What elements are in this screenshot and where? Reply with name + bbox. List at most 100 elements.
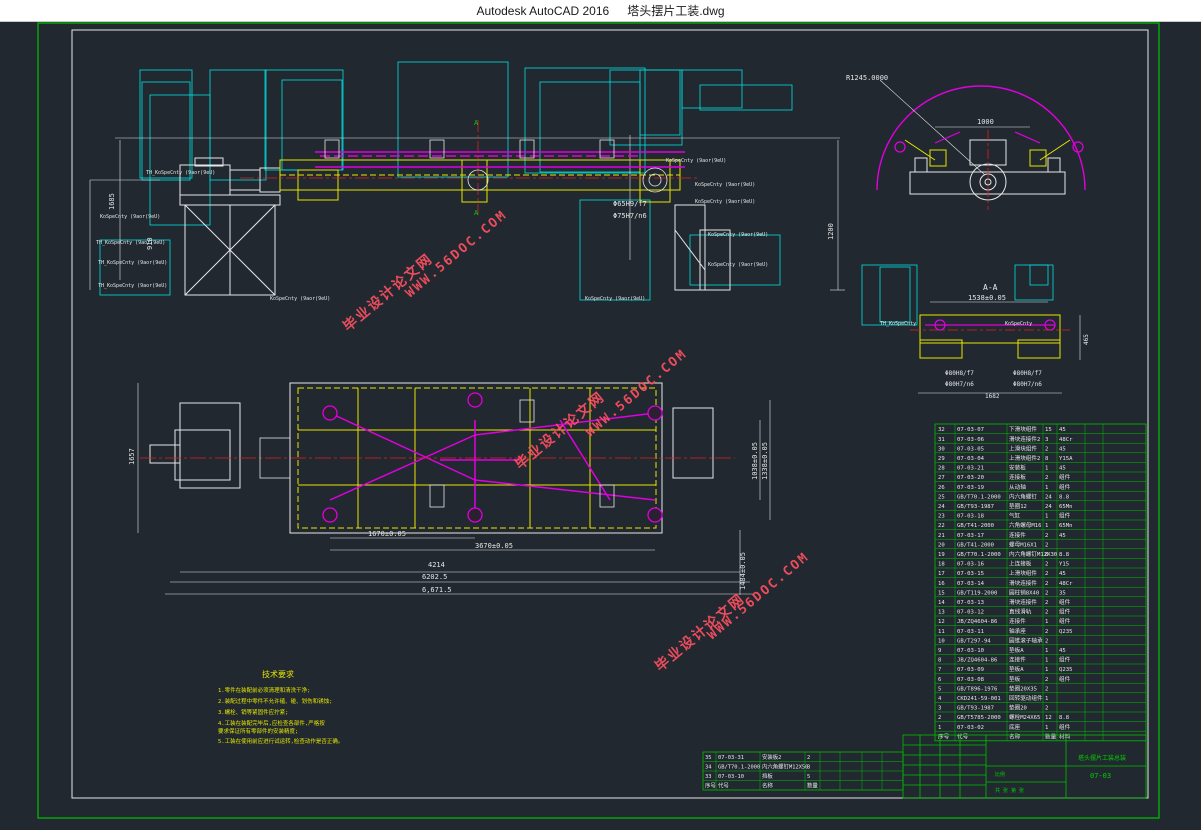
bom-row[interactable]: 2 GB/T5785-2000 螺栓M24X65 12 8.8	[938, 713, 1070, 721]
section-view[interactable]: A-A 1538±0.05 Φ80H8/f7 Φ80H7/n6 Φ80H8/f7…	[861, 264, 1090, 400]
bom-cell: 24	[1045, 494, 1052, 500]
bom-row[interactable]: 26 07-03-19 从动轴 1 组件	[938, 483, 1071, 491]
bom-row[interactable]: 22 GB/T41-2000 六角螺母M16 1 65Mn	[938, 521, 1072, 529]
bom-row[interactable]: 19 GB/T70.1-2000 内六角螺钉M12X308 8.8	[938, 550, 1070, 558]
plan-view[interactable]: 1670±0.05 3670±0.05 4214 6202.5 6,671.5 …	[128, 382, 771, 595]
bom-row[interactable]: 11 07-03-11 轴承座 2 Q235	[938, 627, 1072, 635]
bom-row[interactable]: 31 07-03-06 滑块连接件2 3 48Cr	[938, 435, 1073, 443]
bom-cell: 垫圈20	[1009, 704, 1027, 712]
dim-3670: 3670±0.05	[475, 542, 513, 550]
bom-row[interactable]: 17 07-03-15 上滑块组件 2 45	[938, 569, 1066, 577]
bom-cell: 45	[1059, 427, 1066, 433]
bom-header-cell: 名称	[1009, 732, 1021, 740]
lower-cell: 挡板	[762, 772, 773, 780]
bom-row[interactable]: 28 07-03-21 安装板 1 45	[938, 464, 1066, 472]
bom-row[interactable]: 12 JB/ZQ4604-86 连接件 1 组件	[938, 617, 1071, 625]
bom-cell: 1	[1045, 648, 1048, 654]
bom-row[interactable]: 8 JB/ZQ4604-86 连接件 1 组件	[938, 656, 1071, 664]
bom-cell: 垫板A	[1009, 665, 1024, 673]
bom-cell: 2	[1045, 475, 1048, 481]
bom-row[interactable]: 10 GB/T297-94 圆锥滚子轴承 2	[938, 636, 1048, 644]
bom-cell: 8.8	[1059, 715, 1070, 721]
fit-80c: Φ80H8/f7	[1013, 370, 1042, 377]
drawing-canvas[interactable]: TH_KoSpeCnty (9aor(9eU) TH_KoSpeCnty (9a…	[0, 22, 1201, 825]
bom-cell: 垫圈20X35	[1009, 684, 1037, 692]
bom-cell: 1	[1045, 658, 1048, 664]
bom-row[interactable]: 30 07-03-05 上滑块组件 2 45	[938, 444, 1066, 452]
bom-row[interactable]: 27 07-03-20 连接板 2 组件	[938, 473, 1071, 481]
fit-80d: Φ80H7/n6	[1013, 381, 1042, 388]
bom-row[interactable]: 24 GB/T93-1987 垫圈12 24 65Mn	[938, 502, 1072, 510]
dim-1000: 1000	[977, 118, 994, 126]
dim-1484: 1484±0.05	[739, 552, 747, 590]
bom-cell: 1	[1045, 514, 1048, 520]
file-name: 塔头摆片工装.dwg	[627, 4, 725, 18]
fit-75: Φ75H7/n6	[613, 212, 647, 220]
bom-row[interactable]: 25 GB/T70.1-2000 内六角螺钉 24 8.8	[938, 492, 1070, 500]
bom-cell: 07-03-04	[957, 456, 985, 462]
bom-cell: 21	[938, 533, 945, 539]
bom-row[interactable]: 16 07-03-14 滑块连接件 2 48Cr	[938, 579, 1073, 587]
bom-cell: 组件	[1059, 675, 1071, 683]
bom-row[interactable]: 6 07-03-08 垫板 2 组件	[938, 675, 1071, 683]
bom-row[interactable]: 20 GB/T41-2000 螺母M16X1 2	[938, 540, 1048, 548]
bom-header-cell: 材料	[1059, 732, 1071, 740]
bom-cell: GB/T5785-2000	[957, 715, 1001, 721]
bom-cell: 9	[938, 648, 941, 654]
bom-cell: 8.8	[1059, 552, 1070, 558]
lower-row[interactable]: 33 07-03-10 挡板 5	[705, 772, 810, 780]
lower-parts-list[interactable]: 35 07-03-31 安装板2 2 34 GB/T70.1-2000 内六角螺钉M12X5…	[702, 751, 904, 791]
bom-row[interactable]: 18 07-03-16 上连接板 2 Y15	[938, 560, 1069, 568]
bom-cell: 1	[938, 725, 941, 731]
bom-cell: 1	[1045, 725, 1048, 731]
bom-cell: 26	[938, 485, 945, 491]
bill-of-materials[interactable]: 32 07-03-07 下滑块组件 15 45 31 07-03-06 滑块连接件2 3 48Cr…	[934, 423, 1147, 742]
bom-row[interactable]: 13 07-03-12 直线滑轨 2 组件	[938, 608, 1071, 616]
bom-cell: 24	[938, 504, 945, 510]
bom-row[interactable]: 7 07-03-09 垫板A 1 Q235	[938, 665, 1072, 673]
bom-cell: 2	[1045, 562, 1048, 568]
bom-cell: 2	[1045, 686, 1048, 692]
bom-cell: 13	[938, 610, 945, 616]
bom-row[interactable]: 3 GB/T93-1987 垫圈20 2	[938, 704, 1048, 712]
bom-row[interactable]: 9 07-03-10 垫板A 1 45	[938, 646, 1066, 654]
title-block	[902, 734, 1147, 799]
note-line-2: 2.装配过程中零件不允许磕、碰、划伤和锈蚀;	[218, 697, 332, 705]
bom-cell: Y15	[1059, 562, 1069, 568]
lower-row[interactable]: 35 07-03-31 安装板2 2	[705, 753, 810, 761]
bom-cell: 连接件	[1009, 656, 1026, 664]
bom-cell: 垫圈12	[1009, 502, 1027, 510]
bom-cell: 07-03-02	[957, 725, 984, 731]
bom-cell: 07-03-05	[957, 446, 984, 452]
bom-row[interactable]: 21 07-03-17 连接件 2 45	[938, 531, 1066, 539]
bom-cell: 07-03-21	[957, 466, 984, 472]
bom-cell: JB/ZQ4604-86	[957, 658, 997, 664]
bom-row[interactable]: 29 07-03-04 上滑块组件2 8 Y15A	[938, 454, 1073, 462]
bom-row[interactable]: 5 GB/T896-1976 垫圈20X35 2	[938, 684, 1048, 692]
bom-cell: 垫板A	[1009, 646, 1024, 654]
dim-4214: 4214	[428, 561, 445, 569]
bom-row[interactable]: 32 07-03-07 下滑块组件 15 45	[938, 425, 1066, 433]
bom-row[interactable]: 23 07-03-18 气缸 1 组件	[938, 512, 1071, 520]
bom-cell: 连接板	[1009, 473, 1026, 481]
bom-cell: 15	[938, 590, 945, 596]
bom-row[interactable]: 14 07-03-13 滑块连接件 2 组件	[938, 598, 1071, 606]
bom-cell: 内六角螺钉M12X30	[1009, 550, 1057, 558]
bom-cell: 2	[938, 715, 941, 721]
bom-cell: GB/T93-1987	[957, 504, 994, 510]
side-view[interactable]: R1245.0000 1000	[846, 74, 1086, 210]
bom-row[interactable]: 15 GB/T119-2000 圆柱销8X40 2 35	[938, 588, 1066, 596]
dim-radius: R1245.0000	[846, 74, 888, 82]
bom-cell: 45	[1059, 466, 1066, 472]
dim-1038: 1038±0.05	[751, 442, 759, 480]
lower-cell: 8	[807, 765, 810, 771]
bom-cell: 1	[1045, 696, 1048, 702]
lower-row[interactable]: 34 GB/T70.1-2000 内六角螺钉M12X508	[705, 763, 810, 771]
bom-cell: 29	[938, 456, 945, 462]
bom-row[interactable]: 4 CKD241-59-001 回转驱动组件 1	[938, 694, 1048, 702]
bom-cell: 上连接板	[1009, 560, 1032, 568]
bom-row[interactable]: 1 07-03-02 底座 1 组件	[938, 723, 1071, 731]
bom-cell: 27	[938, 475, 945, 481]
bom-cell: 07-03-17	[957, 533, 984, 539]
cad-drawing[interactable]: TH_KoSpeCnty (9aor(9eU) TH_KoSpeCnty (9a…	[0, 22, 1201, 825]
